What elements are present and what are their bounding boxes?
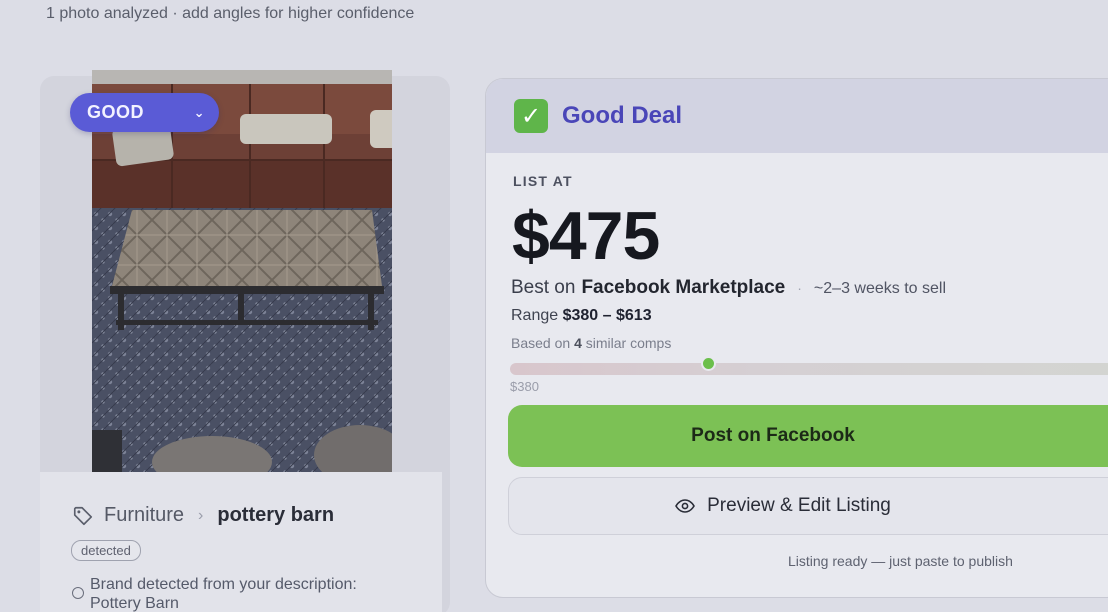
detected-badge: detected	[71, 540, 141, 561]
deal-card: ✓ Good Deal LIST AT $475 Best on Faceboo…	[485, 78, 1108, 598]
item-details: Furniture › pottery barn detected Brand …	[40, 472, 442, 612]
comps-count: 4	[574, 335, 582, 351]
time-to-sell: ~2–3 weeks to sell	[813, 280, 946, 297]
deal-header: ✓ Good Deal	[486, 79, 1108, 153]
category-label[interactable]: Furniture	[104, 504, 184, 527]
list-at-label: LIST AT	[513, 173, 573, 189]
eye-icon	[675, 499, 696, 513]
preview-button-label: Preview & Edit Listing	[707, 495, 891, 516]
platform-name: Facebook Marketplace	[581, 277, 786, 298]
info-circle-icon	[72, 587, 84, 599]
brand-label[interactable]: pottery barn	[217, 504, 334, 527]
best-on-prefix: Best on	[511, 277, 576, 298]
post-on-facebook-button[interactable]: Post on Facebook	[508, 405, 1108, 467]
comps-suffix: similar comps	[585, 335, 672, 351]
brand-note-text: Brand detected from your description: Po…	[90, 576, 357, 612]
chevron-down-icon: ⌄	[193, 104, 205, 120]
condition-dropdown[interactable]: GOOD ⌄	[70, 93, 219, 132]
category-breadcrumb: Furniture › pottery barn	[72, 504, 334, 527]
separator-dot: ·	[797, 280, 802, 296]
tag-icon	[73, 506, 93, 525]
best-platform-row: Best on Facebook Marketplace · ~2–3 week…	[511, 277, 946, 299]
check-mark-icon: ✓	[514, 99, 548, 133]
price-range-knob[interactable]	[700, 356, 716, 371]
range-value: $380 – $613	[562, 307, 652, 324]
comps-prefix: Based on	[511, 335, 571, 351]
photo-summary: 1 photo analyzed · add angles for higher…	[46, 5, 415, 22]
deal-verdict: Good Deal	[562, 102, 683, 129]
comps-note: Based on 4 similar comps	[511, 335, 671, 351]
brand-note: Brand detected from your description: Po…	[72, 575, 410, 612]
preview-edit-listing-button[interactable]: Preview & Edit Listing	[508, 477, 1108, 535]
price-range-slider[interactable]	[510, 363, 1108, 375]
listing-ready-note: Listing ready — just paste to publish	[788, 553, 1013, 569]
chevron-right-icon: ›	[198, 506, 204, 524]
range-label: Range	[511, 307, 559, 324]
condition-label: GOOD	[87, 102, 145, 122]
list-price: $475	[512, 198, 660, 274]
price-range: Range $380 – $613	[511, 307, 652, 325]
post-button-label: Post on Facebook	[691, 425, 855, 446]
range-min-label: $380	[510, 379, 539, 394]
